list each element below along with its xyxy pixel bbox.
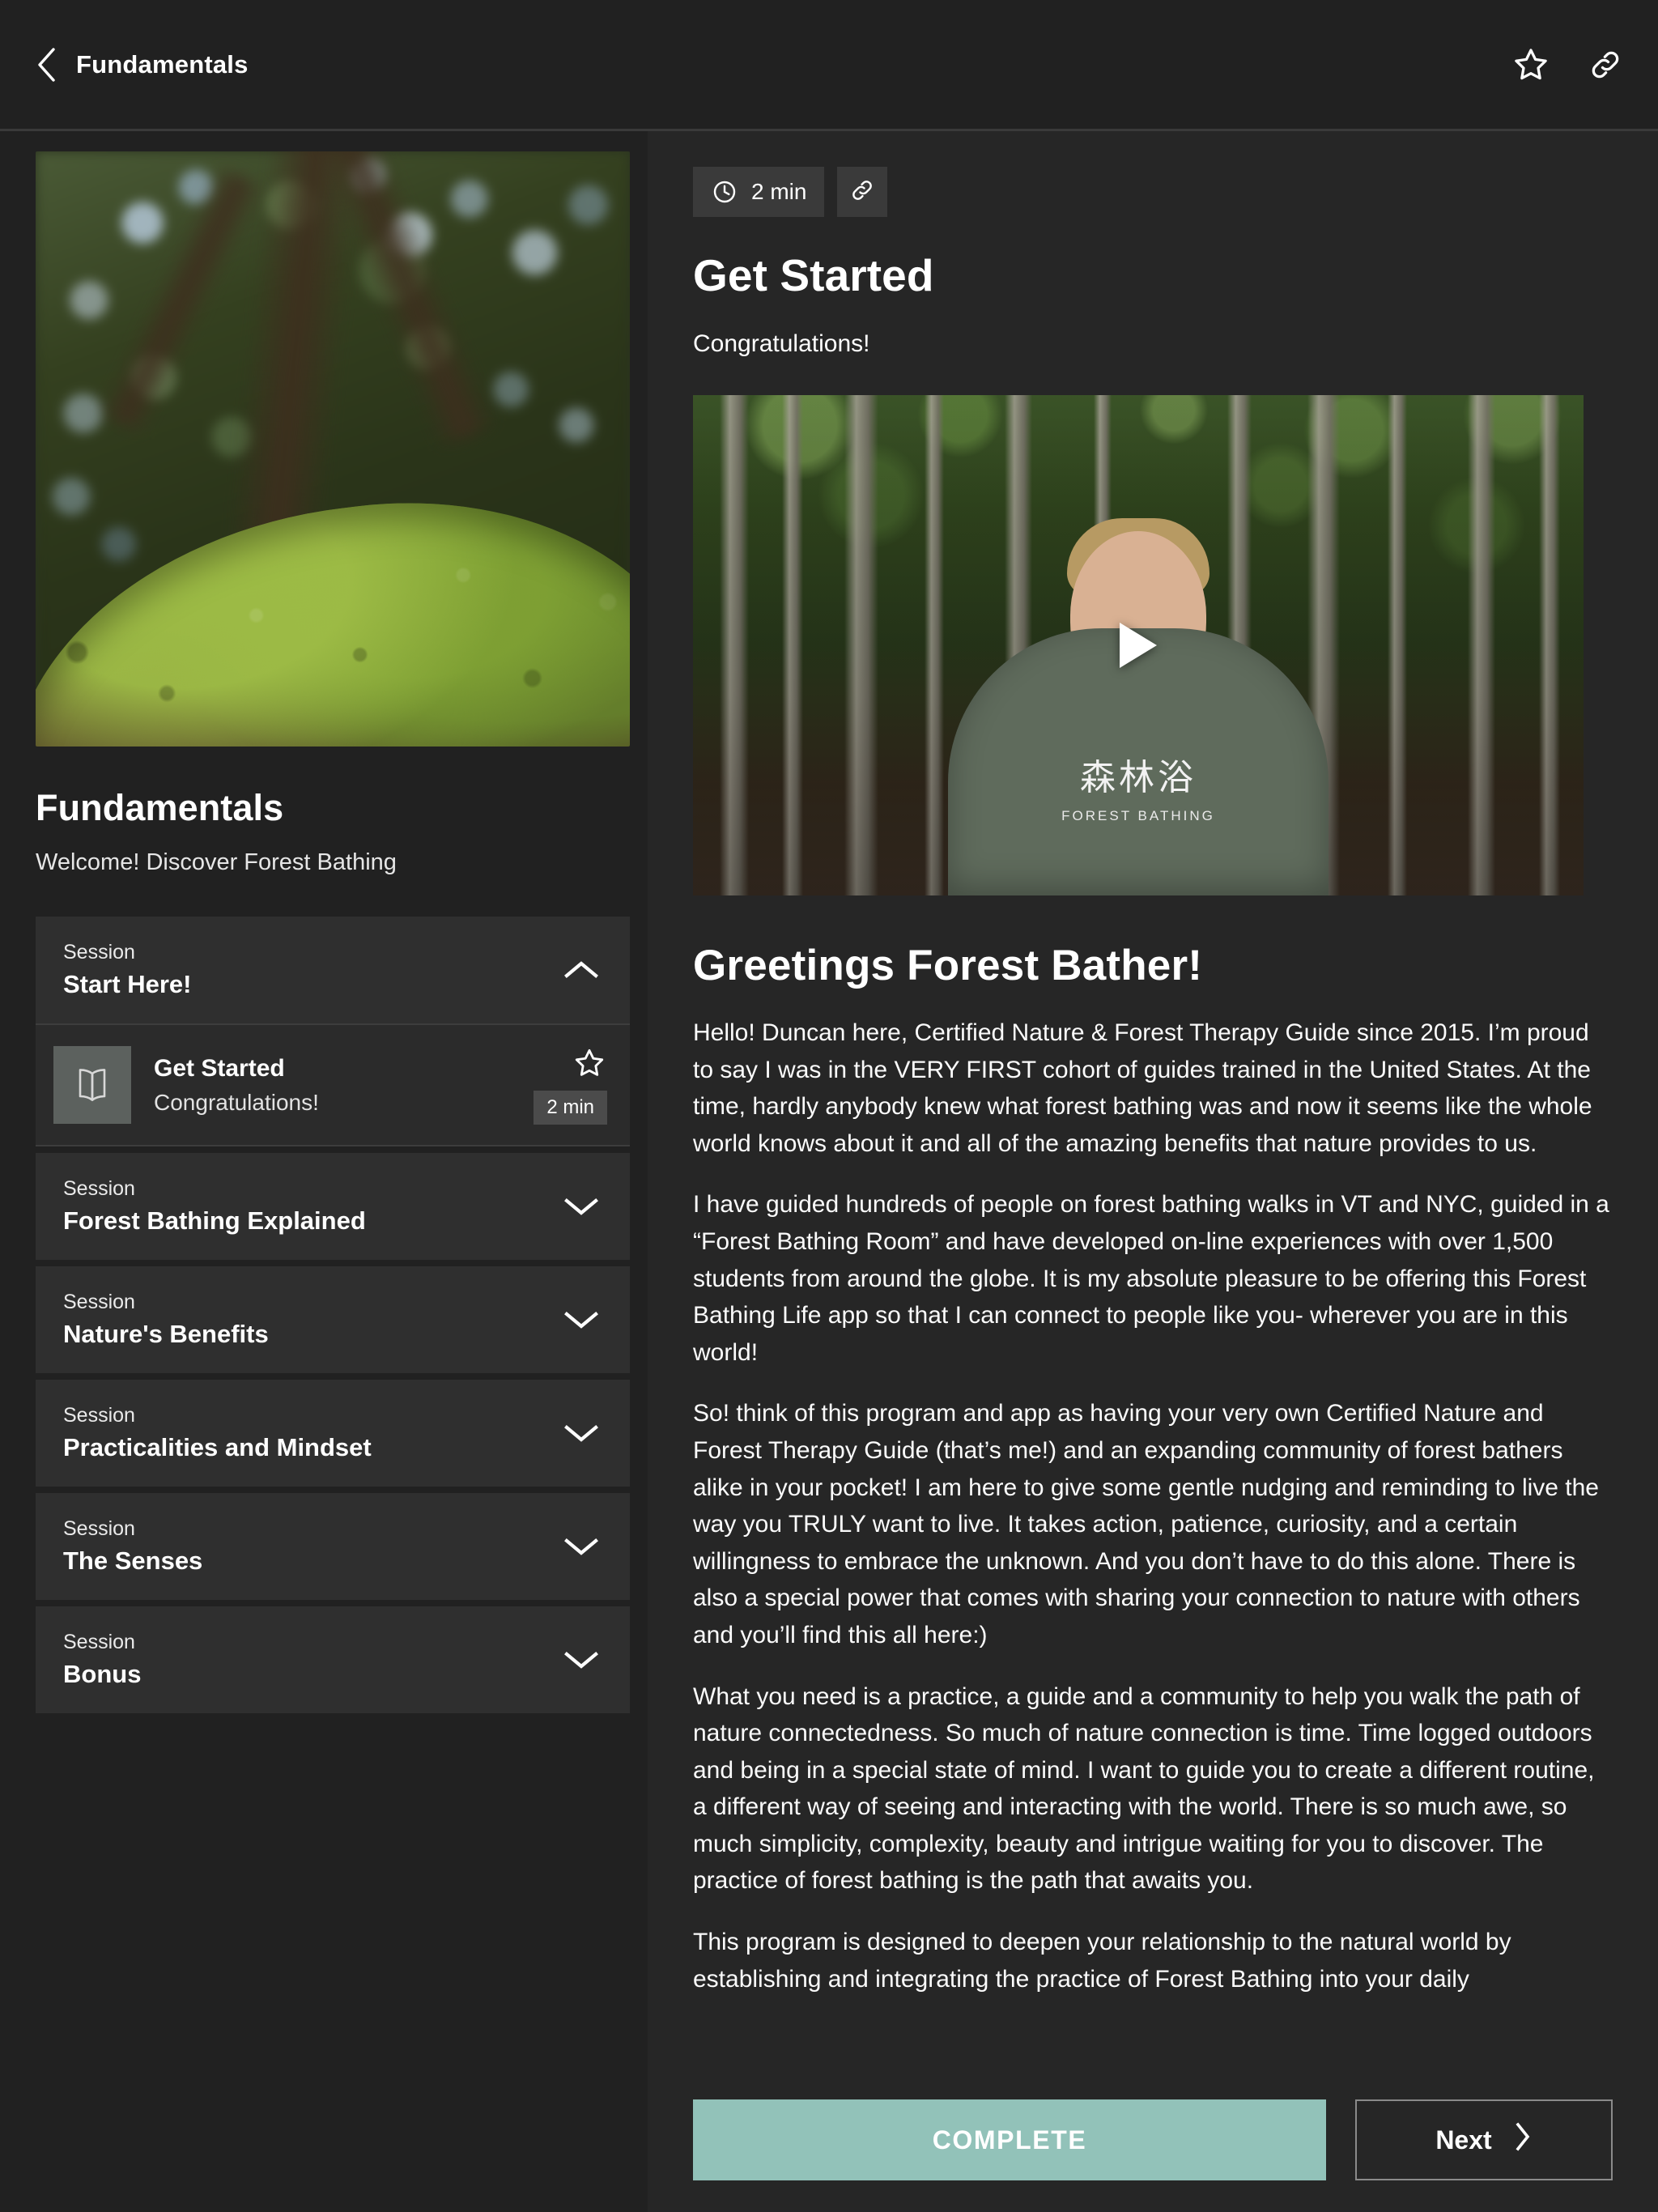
content-fade-overlay [648,2068,1658,2089]
open-book-icon [53,1046,131,1124]
chevron-left-icon[interactable] [28,46,65,83]
chevron-down-icon[interactable] [560,1525,602,1568]
session-name: Bonus [63,1660,142,1688]
course-title: Fundamentals [36,787,284,828]
session-text: Session The Senses [63,1517,202,1576]
session-kicker: Session [63,1404,135,1427]
session-name: Practicalities and Mindset [63,1433,372,1461]
session-kicker: Session [63,1517,135,1540]
session-kicker: Session [63,1177,135,1200]
video-shirt-kanji: 森林浴 [1080,757,1197,798]
next-button[interactable]: Next [1355,2099,1613,2180]
session-list: Session Start Here! Get Started Congratu… [36,917,630,1713]
session-header-natures-benefits[interactable]: Session Nature's Benefits [36,1266,630,1373]
body-split: Fundamentals Welcome! Discover Forest Ba… [0,131,1658,2212]
session-header-forest-bathing-explained[interactable]: Session Forest Bathing Explained [36,1153,630,1260]
session-name: The Senses [63,1546,203,1575]
session-text: Session Nature's Benefits [63,1291,269,1349]
lesson-content-panel: 2 min Get Started Congratulations! 森林浴 F… [648,131,1658,2212]
copy-link-button[interactable] [837,167,888,217]
session-name: Nature's Benefits [63,1320,269,1348]
lesson-row-meta: 2 min [534,1025,607,1145]
clock-icon [711,178,738,206]
top-app-bar: Fundamentals [0,0,1658,131]
star-outline-icon[interactable] [572,1045,607,1081]
article-paragraph: This program is designed to deepen your … [693,1929,1511,1993]
lesson-tagline: Congratulations! [693,330,870,357]
star-outline-icon[interactable] [1509,43,1553,87]
chevron-down-icon[interactable] [560,1639,602,1681]
article-paragraph: Hello! Duncan here, Certified Nature & F… [693,1019,1592,1157]
session-header-practicalities-and-mindset[interactable]: Session Practicalities and Mindset [36,1380,630,1487]
article-paragraph: What you need is a practice, a guide and… [693,1682,1595,1895]
session-text: Session Practicalities and Mindset [63,1404,372,1462]
session-kicker: Session [63,1291,135,1313]
page-title: Fundamentals [76,49,249,79]
course-subtitle: Welcome! Discover Forest Bathing [36,849,397,875]
lesson-duration-badge: 2 min [534,1091,607,1125]
session-header-start-here[interactable]: Session Start Here! [36,917,630,1023]
lesson-video-player[interactable]: 森林浴 FOREST BATHING [693,395,1584,895]
session-header-bonus[interactable]: Session Bonus [36,1606,630,1713]
complete-button[interactable]: COMPLETE [693,2099,1326,2180]
session-kicker: Session [63,941,135,963]
session-text: Session Forest Bathing Explained [63,1177,366,1236]
next-button-label: Next [1435,2125,1492,2155]
session-text: Session Bonus [63,1631,141,1689]
duration-label: 2 min [751,179,807,204]
chevron-down-icon[interactable] [560,1185,602,1227]
lesson-row-get-started[interactable]: Get Started Congratulations! 2 min [36,1023,630,1146]
lesson-meta-row: 2 min [693,167,1613,217]
article-paragraph: So! think of this program and app as hav… [693,1400,1599,1648]
link-icon [849,177,875,207]
lesson-row-subtitle: Congratulations! [154,1089,319,1115]
lesson-action-bar: COMPLETE Next [648,2089,1658,2212]
lesson-title: Get Started [693,250,934,300]
article-heading: Greetings Forest Bather! [693,942,1203,989]
video-shirt-subtext: FOREST BATHING [1061,808,1215,823]
course-lesson-screen: Fundamentals Fundamentals Welcome! Disco… [0,0,1658,2212]
lesson-article: Greetings Forest Bather! Hello! Duncan h… [693,941,1613,1997]
article-paragraph: I have guided hundreds of people on fore… [693,1191,1609,1366]
session-name: Forest Bathing Explained [63,1206,366,1235]
session-kicker: Session [63,1631,135,1653]
chevron-right-icon [1513,2121,1533,2159]
course-sidebar: Fundamentals Welcome! Discover Forest Ba… [0,131,648,2212]
session-text: Session Start Here! [63,941,192,999]
session-name: Start Here! [63,970,192,998]
chevron-down-icon[interactable] [560,1299,602,1341]
top-bar-left-group: Fundamentals [28,46,249,83]
link-icon[interactable] [1584,43,1627,87]
top-bar-actions [1509,43,1627,87]
duration-chip: 2 min [693,167,825,217]
course-hero-image [36,151,630,747]
chevron-up-icon[interactable] [560,949,602,991]
chevron-down-icon[interactable] [560,1412,602,1454]
lesson-row-title: Get Started [154,1054,285,1082]
lesson-row-text: Get Started Congratulations! [154,1055,319,1116]
play-triangle-icon[interactable] [1120,623,1157,668]
session-header-the-senses[interactable]: Session The Senses [36,1493,630,1600]
